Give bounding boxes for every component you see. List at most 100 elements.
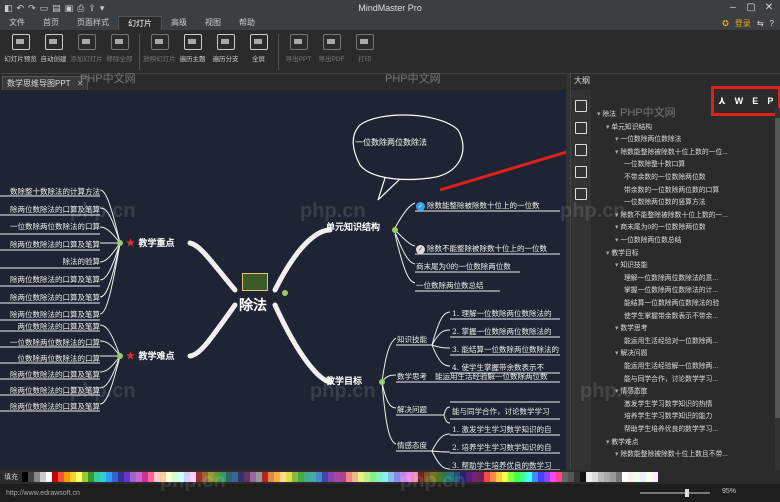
open-folder-icon[interactable]: ▤ [52, 3, 61, 14]
outline-item[interactable]: ▾ 单元知识结构 [606, 121, 652, 131]
subtopic[interactable]: 除两位数除法的口算及笔算 [0, 292, 100, 303]
ribbon-button[interactable]: 放映幻灯片 [143, 30, 176, 70]
outline-item[interactable]: ▾ 除法 [597, 108, 616, 118]
outline-item[interactable]: ▾ 一位数除两位数除法 [615, 133, 681, 143]
subtopic[interactable]: ✓ 除数能整除被除数十位上的一位数 [416, 200, 540, 211]
outline-item[interactable]: ▾ 知识技能 [615, 259, 648, 269]
ribbon-button[interactable]: 移除全部 [103, 30, 136, 70]
subtopic[interactable]: 能运用生活经验解一位数除两位数 [435, 371, 548, 382]
subtopic[interactable]: 除两位数除法的口算及笔算 [0, 369, 100, 380]
close-icon[interactable]: ✕ [760, 0, 778, 16]
subtopic[interactable]: 数学思考 [397, 371, 427, 382]
subtopic[interactable]: 两位数除法的口算及笔算 [0, 321, 101, 332]
subtopic[interactable]: 商末尾为0的一位数除两位数 [416, 261, 511, 272]
ribbon-button[interactable]: 导出PDF [315, 30, 348, 70]
outline-item[interactable]: ▾ 解决问题 [615, 347, 648, 357]
ribbon-button[interactable]: 全屏 [242, 30, 275, 70]
save-icon[interactable]: ▣ [65, 3, 74, 14]
document-tab[interactable]: 数学思维导图PPT ✕ [2, 76, 88, 90]
outline-item[interactable]: ▾ 教学目标 [606, 247, 639, 257]
zoom-slider[interactable] [640, 489, 710, 497]
outline-item[interactable]: 能运用生活经验对一位数除两... [624, 335, 718, 345]
outline-item[interactable]: ▾ 教学难点 [606, 436, 639, 446]
outline-item[interactable]: ▾ 除数能整除被除数十位上数且不带... [615, 448, 728, 458]
branch-topic[interactable]: ★ 教学重点 [126, 236, 174, 249]
outline-item[interactable]: 培养学生学习数学知识的能力 [624, 410, 712, 420]
subtopic[interactable]: 3. 帮助学生培养优良的数学习 [452, 460, 552, 470]
customize-icon[interactable]: ▾ [100, 3, 105, 14]
outline-scrollbar[interactable] [775, 108, 780, 470]
outline-item[interactable]: 掌握一位数除两位数除法的计... [624, 284, 718, 294]
subtopic[interactable]: 除两位数除法的口算及笔算 [0, 309, 100, 320]
ribbon-button[interactable]: 遍历分支 [209, 30, 242, 70]
ribbon-button[interactable]: 自动创建 [37, 30, 70, 70]
outline-item[interactable]: ▾ 数学思考 [615, 322, 648, 332]
map-icon[interactable] [575, 144, 587, 156]
color-swatch[interactable] [652, 472, 658, 482]
menu-item[interactable]: 视图 [196, 16, 230, 30]
mindmap-canvas[interactable]: 一位数除两位数除法 除法 单元知识结构 教学目标 ✓ 除数能整除被除数十位上的一位数 ✓… [0, 90, 566, 470]
share-icon[interactable]: ⇆ [757, 19, 764, 28]
outline-item[interactable]: 能运用生活经验解一位数除两... [624, 360, 718, 370]
subtopic[interactable]: 位数除两位数除法的口算 [0, 353, 101, 364]
outline-item[interactable]: 帮助学生培养优良的数学学习... [624, 423, 718, 433]
print-icon[interactable]: ⎙ [77, 3, 84, 14]
subtopic[interactable]: 知识技能 [397, 334, 427, 345]
subtopic[interactable]: 解决问题 [397, 404, 427, 415]
ribbon-button[interactable]: 幻灯片预览 [4, 30, 37, 70]
subtopic[interactable]: 情感态度 [397, 440, 427, 451]
subtopic[interactable]: 能与同学合作，讨论数学学习 [452, 406, 550, 417]
subtopic[interactable]: 一位数除两位数除法的口算 [0, 337, 100, 348]
ribbon-button[interactable]: 添加幻灯片 [70, 30, 103, 70]
maximize-icon[interactable]: ▢ [742, 0, 760, 16]
outline-item[interactable]: 带余数的一位数除两位数的口算 [624, 184, 719, 194]
menu-item[interactable]: 幻灯片 [118, 15, 162, 31]
slides-icon[interactable] [575, 188, 587, 200]
export-icon[interactable]: ⇪ [88, 3, 96, 14]
ribbon-button[interactable]: 导出PPT [282, 30, 315, 70]
export-e-button[interactable]: E [752, 96, 758, 106]
lock-icon[interactable]: ✪ [722, 19, 729, 28]
outline-item[interactable]: ▾ 除数不能整除被除数十位上数的一... [615, 209, 728, 219]
outline-item[interactable]: ▾ 商末尾为0的一位数除两位数 [615, 221, 706, 231]
website-link[interactable]: http://www.edrawsoft.cn [6, 490, 80, 497]
outline-item[interactable]: 使学生掌握带余数表示不带余... [624, 310, 718, 320]
menu-item[interactable]: 高级 [162, 16, 196, 30]
subtopic[interactable]: 2. 培养学生学习数学知识的自 [452, 442, 552, 453]
task-icon[interactable] [575, 166, 587, 178]
menu-item[interactable]: 文件 [0, 16, 34, 30]
outline-list-icon[interactable] [575, 122, 587, 134]
subtopic[interactable]: 除法的验算 [0, 256, 101, 267]
subtopic[interactable]: ✓ 除数不能整除被除数十位上的一位数 [416, 243, 547, 254]
minimize-icon[interactable]: – [724, 0, 742, 16]
undo-icon[interactable]: ↶ [17, 3, 25, 14]
format-brush-icon[interactable] [575, 100, 587, 112]
subtopic[interactable]: 一位数除两位数总结 [416, 280, 484, 291]
outline-item[interactable]: 不带余数的一位数除两位数 [624, 171, 706, 181]
outline-item[interactable]: 理解一位数除两位数除法的意... [624, 272, 718, 282]
ribbon-button[interactable]: 遍历主题 [176, 30, 209, 70]
subtopic[interactable]: 1. 理解一位数除两位数除法的 [452, 308, 552, 319]
subtopic[interactable]: 除两位数除法的口算及笔算 [0, 239, 100, 250]
new-file-icon[interactable]: ▭ [40, 3, 49, 14]
login-link[interactable]: 登录 [735, 18, 751, 29]
pdf-export-icon[interactable]: ⅄ [719, 96, 726, 107]
branch-topic[interactable]: ★ 教学难点 [126, 349, 174, 362]
outline-item[interactable]: 能结算一位数除两位数除法的验 [624, 297, 719, 307]
redo-icon[interactable]: ↷ [28, 3, 36, 14]
center-topic[interactable]: 除法 [239, 295, 267, 315]
ribbon-button[interactable]: 打印 [348, 30, 381, 70]
outline-item[interactable]: 一位数除整十数口算 [624, 158, 685, 168]
export-w-button[interactable]: W [735, 96, 744, 106]
menu-item[interactable]: 帮助 [230, 16, 264, 30]
subtopic[interactable]: 1. 激发学生学习数学知识的自 [452, 424, 552, 435]
subtopic[interactable]: 数除整十数除法的计算方法 [0, 186, 100, 197]
outline-item[interactable]: ▾ 除数能整除被除数十位上数的一位... [615, 146, 728, 156]
menu-item[interactable]: 页面样式 [68, 16, 118, 30]
subtopic[interactable]: 除两位数除法的口算及笔算 [0, 274, 100, 285]
subtopic[interactable]: 2. 掌握一位数除两位数除法的 [452, 326, 552, 337]
menu-item[interactable]: 首页 [34, 16, 68, 30]
subtopic[interactable]: 3. 能结算一位数除两位数除法的 [452, 344, 559, 355]
outline-item[interactable]: 一位数除两位数的竖算方法 [624, 196, 706, 206]
callout-bubble[interactable]: 一位数除两位数除法 [355, 137, 427, 148]
